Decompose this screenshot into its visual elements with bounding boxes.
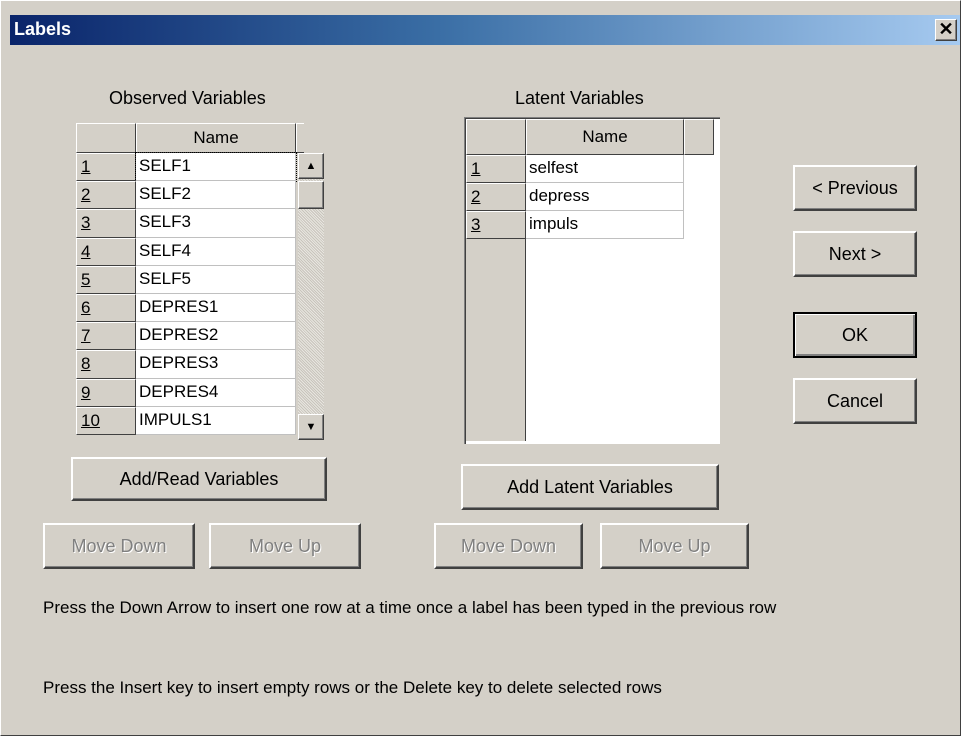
observed-row-number[interactable]: 3 xyxy=(76,209,136,238)
observed-row-number[interactable]: 10 xyxy=(76,406,136,435)
title-bar[interactable]: Labels ✕ xyxy=(10,15,960,45)
ok-button[interactable]: OK xyxy=(793,312,917,358)
latent-variables-heading: Latent Variables xyxy=(515,88,644,108)
observed-row-number[interactable]: 2 xyxy=(76,181,136,210)
observed-variable-name-cell[interactable]: DEPRES4 xyxy=(136,378,296,407)
observed-variable-name-cell[interactable]: SELF3 xyxy=(136,209,296,238)
latent-row-number[interactable]: 2 xyxy=(466,183,526,211)
latent-corner-header[interactable] xyxy=(466,119,526,155)
observed-vertical-scrollbar[interactable]: ▲ ▼ xyxy=(298,153,324,440)
insert-row-instruction: Press the Down Arrow to insert one row a… xyxy=(43,598,777,617)
latent-row-number[interactable]: 1 xyxy=(466,155,526,183)
observed-row-number[interactable]: 4 xyxy=(76,237,136,266)
scrollbar-thumb[interactable] xyxy=(298,181,324,209)
insert-delete-instruction: Press the Insert key to insert empty row… xyxy=(43,678,662,697)
observed-move-up-button[interactable]: Move Up xyxy=(209,523,361,569)
close-icon: ✕ xyxy=(938,19,954,39)
scroll-down-arrow-icon[interactable]: ▼ xyxy=(298,414,324,440)
observed-row-number[interactable]: 9 xyxy=(76,378,136,407)
observed-variable-name-cell[interactable]: SELF5 xyxy=(136,265,296,294)
observed-variable-name-cell[interactable]: SELF4 xyxy=(136,237,296,266)
observed-corner-header[interactable] xyxy=(76,123,136,153)
observed-variables-grid: Name 1 SELF1 2 SELF2 3 SELF3 4 SELF4 5 SELF5 6 DEPR… xyxy=(74,121,330,443)
observed-variables-heading: Observed Variables xyxy=(109,88,266,108)
latent-move-up-button[interactable]: Move Up xyxy=(600,523,749,569)
observed-variable-name-cell[interactable]: DEPRES2 xyxy=(136,322,296,351)
window-title: Labels xyxy=(14,19,72,39)
observed-row-number[interactable]: 8 xyxy=(76,350,136,379)
latent-variable-name-cell[interactable]: selfest xyxy=(526,155,684,183)
labels-dialog: Labels ✕ Observed Variables Name 1 SELF1 2… xyxy=(0,0,961,736)
observed-move-down-button[interactable]: Move Down xyxy=(43,523,195,569)
close-button[interactable]: ✕ xyxy=(935,19,957,41)
observed-row-number[interactable]: 5 xyxy=(76,265,136,294)
previous-button[interactable]: < Previous xyxy=(793,165,917,211)
latent-move-down-button[interactable]: Move Down xyxy=(434,523,583,569)
observed-row-number[interactable]: 6 xyxy=(76,294,136,323)
latent-row-header-filler xyxy=(466,239,526,441)
latent-extra-column-header xyxy=(684,119,714,155)
latent-variables-grid: Name 1 selfest 2 depress 3 impuls xyxy=(464,117,720,444)
observed-variable-name-cell[interactable]: SELF2 xyxy=(136,181,296,210)
next-button[interactable]: Next > xyxy=(793,231,917,277)
observed-variable-name-cell[interactable]: DEPRES3 xyxy=(136,350,296,379)
observed-extra-column-header xyxy=(296,123,304,153)
observed-name-column-header[interactable]: Name xyxy=(136,123,296,153)
latent-name-column-header[interactable]: Name xyxy=(526,119,684,155)
latent-row-number[interactable]: 3 xyxy=(466,211,526,239)
observed-row-number[interactable]: 1 xyxy=(76,153,136,182)
observed-variable-name-cell[interactable]: SELF1 xyxy=(135,151,297,183)
observed-variable-name-cell[interactable]: DEPRES1 xyxy=(136,294,296,323)
observed-variable-name-cell[interactable]: IMPULS1 xyxy=(136,406,296,435)
dialog-body: Observed Variables Name 1 SELF1 2 SELF2 3 SEL… xyxy=(10,45,960,735)
add-read-variables-button[interactable]: Add/Read Variables xyxy=(71,457,327,501)
latent-variable-name-cell[interactable]: impuls xyxy=(526,211,684,239)
cancel-button[interactable]: Cancel xyxy=(793,378,917,424)
scroll-up-arrow-icon[interactable]: ▲ xyxy=(298,153,324,179)
observed-row-number[interactable]: 7 xyxy=(76,322,136,351)
add-latent-variables-button[interactable]: Add Latent Variables xyxy=(461,464,719,510)
latent-variable-name-cell[interactable]: depress xyxy=(526,183,684,211)
